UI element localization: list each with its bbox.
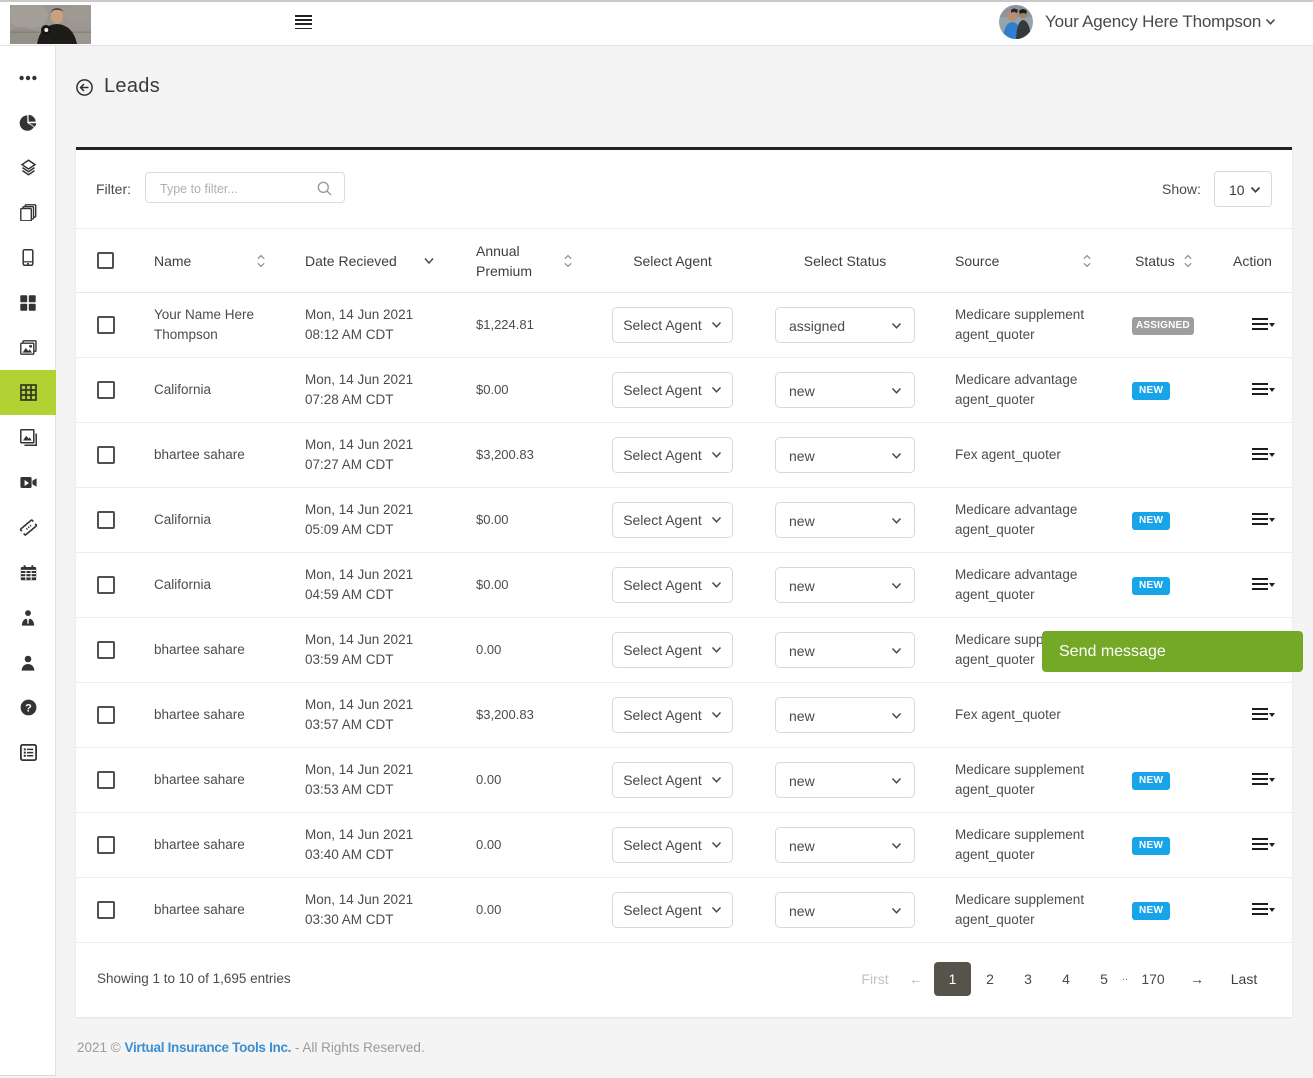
svg-text:?: ? bbox=[25, 702, 32, 714]
